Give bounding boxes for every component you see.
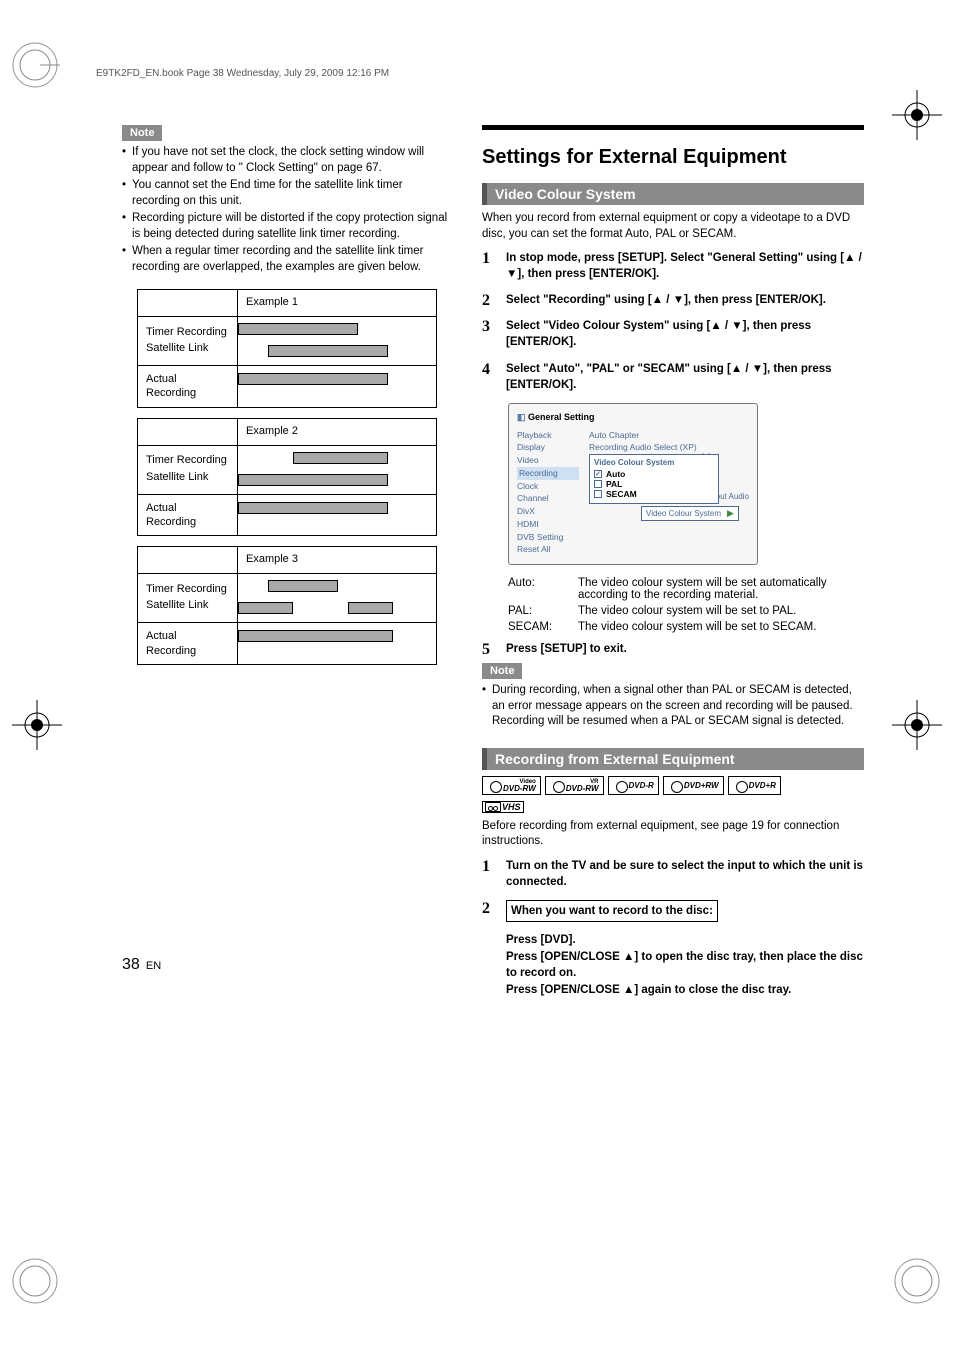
substep: Press [OPEN/CLOSE ▲] to open the disc tr… <box>506 949 864 982</box>
step-item: Press [SETUP] to exit. <box>482 643 864 655</box>
row-label: Timer Recording <box>146 453 229 467</box>
note-bullet: If you have not set the clock, the clock… <box>122 145 452 176</box>
disc-icon: DVD-R <box>608 776 659 795</box>
bar-icon <box>268 580 338 592</box>
section-heading: Video Colour System <box>482 183 864 205</box>
substep: Press [OPEN/CLOSE ▲] again to close the … <box>506 982 864 999</box>
boxed-text: When you want to record to the disc: <box>506 900 718 922</box>
note-bullet: Recording picture will be distorted if t… <box>122 211 452 242</box>
example-table: Example 1 Timer Recording Satellite Link… <box>137 289 437 408</box>
bar-icon <box>293 452 388 464</box>
bar-icon <box>238 323 358 335</box>
bar-icon <box>268 345 388 357</box>
disc-icon: DVD+RW <box>663 776 724 795</box>
menu-item: Channel <box>517 492 579 505</box>
example-title: Example 1 <box>238 290 436 316</box>
disc-icon: VideoDVD-RW <box>482 776 541 795</box>
main-title: Settings for External Equipment <box>482 125 864 169</box>
dialog-title: General Setting <box>517 412 749 423</box>
def-label: Auto: <box>508 577 566 601</box>
definitions: Auto: The video colour system will be set… <box>508 577 864 633</box>
disc-formats: VideoDVD-RW VRDVD-RW DVD-R DVD+RW DVD+R <box>482 776 864 795</box>
popup-option: SECAM <box>594 489 714 499</box>
menu-item: Video <box>517 454 579 467</box>
bar-icon <box>238 373 388 385</box>
row-label: Satellite Link <box>146 470 229 484</box>
row-label: Timer Recording <box>146 325 229 339</box>
menu-item: DVB Setting <box>517 531 579 544</box>
settings-dialog: General Setting Playback Display Video R… <box>508 403 758 566</box>
def-desc: The video colour system will be set to S… <box>578 621 864 633</box>
note-bullet: When a regular timer recording and the s… <box>122 244 452 275</box>
example-table: Example 3 Timer Recording Satellite Link… <box>137 546 437 665</box>
dialog-left-menu: Playback Display Video Recording Clock C… <box>517 429 579 557</box>
def-desc: The video colour system will be set auto… <box>578 577 864 601</box>
menu-item: Reset All <box>517 543 579 556</box>
bar-icon <box>238 474 388 486</box>
disc-icon: VRDVD-RW <box>545 776 604 795</box>
popup-title: Video Colour System <box>594 458 714 467</box>
bar-icon <box>238 602 293 614</box>
bar-icon <box>238 502 388 514</box>
substep: Press [DVD]. <box>506 932 864 949</box>
page-number: 38 EN <box>122 956 161 974</box>
menu-item-selected: Recording <box>517 467 579 480</box>
def-label: PAL: <box>508 605 566 617</box>
def-desc: The video colour system will be set to P… <box>578 605 864 617</box>
row-label: Satellite Link <box>146 598 229 612</box>
example-table: Example 2 Timer Recording Satellite Link… <box>137 418 437 537</box>
step-item: Turn on the TV and be sure to select the… <box>482 858 864 890</box>
bar-icon <box>238 630 393 642</box>
note-label: Note <box>122 125 162 141</box>
steps-list: In stop mode, press [SETUP]. Select "Gen… <box>482 250 864 393</box>
menu-item: Playback <box>517 429 579 442</box>
dialog-popup: Video Colour System ✓Auto PAL SECAM <box>589 454 719 504</box>
arrow-right-icon: ▶ <box>727 508 734 519</box>
crop-mark-icon <box>892 1256 942 1306</box>
step-item: Select "Recording" using [▲ / ▼], then p… <box>482 292 864 308</box>
bar-icon <box>348 602 393 614</box>
note-bullet: You cannot set the End time for the sate… <box>122 178 452 209</box>
note-bullet: During recording, when a signal other th… <box>482 683 864 730</box>
note-label: Note <box>482 663 522 679</box>
popup-option: PAL <box>594 479 714 489</box>
example-title: Example 3 <box>238 547 436 573</box>
vhs-icon: VHS <box>482 801 524 813</box>
dialog-chip: Video Colour System ▶ <box>641 506 739 521</box>
popup-option: ✓Auto <box>594 469 714 479</box>
section-intro: When you record from external equipment … <box>482 211 864 242</box>
section-intro: Before recording from external equipment… <box>482 819 864 850</box>
menu-item: HDMI <box>517 518 579 531</box>
example-title: Example 2 <box>238 419 436 445</box>
menu-item: Display <box>517 441 579 454</box>
step-item: Select "Video Colour System" using [▲ / … <box>482 318 864 350</box>
row-label: Actual Recording <box>146 501 229 530</box>
def-label: SECAM: <box>508 621 566 633</box>
section-heading: Recording from External Equipment <box>482 748 864 770</box>
row-label: Actual Recording <box>146 372 229 401</box>
step-item: Select "Auto", "PAL" or "SECAM" using [▲… <box>482 361 864 393</box>
row-label: Timer Recording <box>146 582 229 596</box>
step-item: When you want to record to the disc: <box>482 900 864 922</box>
dialog-option: Auto Chapter <box>589 429 749 441</box>
menu-item: Clock <box>517 480 579 493</box>
row-label: Satellite Link <box>146 341 229 355</box>
step-item: In stop mode, press [SETUP]. Select "Gen… <box>482 250 864 282</box>
note-bullet-list: If you have not set the clock, the clock… <box>122 145 452 275</box>
disc-icon: DVD+R <box>728 776 781 795</box>
crop-mark-icon <box>10 1256 60 1306</box>
row-label: Actual Recording <box>146 629 229 658</box>
menu-item: DivX <box>517 505 579 518</box>
